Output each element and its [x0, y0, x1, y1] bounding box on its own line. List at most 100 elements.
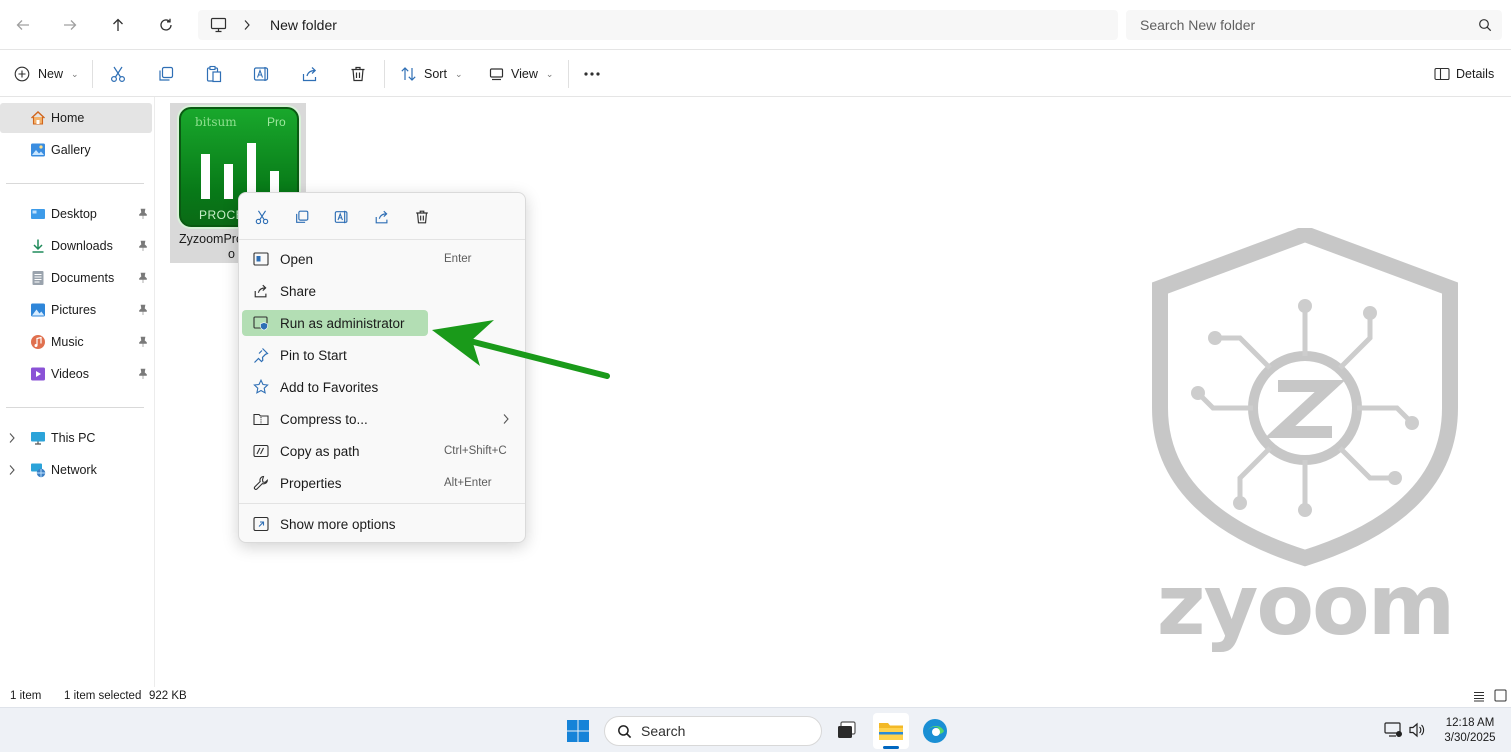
expand-chevron-icon[interactable] [8, 432, 16, 444]
sidebar-item-videos[interactable]: Videos [0, 359, 152, 389]
sidebar-item-label: Desktop [51, 207, 97, 221]
pin-icon[interactable] [138, 208, 148, 220]
menu-item-copy-as-path[interactable]: Copy as path Ctrl+Shift+C [242, 438, 523, 464]
sidebar-item-label: Videos [51, 367, 89, 381]
forward-button[interactable] [58, 13, 82, 37]
menu-item-label: Show more options [280, 517, 396, 532]
details-button-label: Details [1456, 67, 1495, 81]
details-button[interactable]: Details [1434, 62, 1494, 86]
breadcrumb-new-folder[interactable]: New folder [270, 17, 337, 33]
sidebar-item-label: Gallery [51, 143, 91, 157]
system-clock[interactable]: 12:18 AM 3/30/2025 [1438, 716, 1502, 746]
search-box[interactable] [1126, 10, 1502, 40]
refresh-icon [160, 18, 172, 31]
sidebar-item-label: Pictures [51, 303, 97, 317]
pin-icon[interactable] [138, 304, 148, 316]
shield-admin-icon [253, 316, 268, 331]
home-icon [31, 111, 45, 125]
search-input[interactable] [1140, 10, 1460, 40]
sidebar-item-network[interactable]: Network [0, 455, 152, 485]
edge-browser-icon [923, 719, 947, 743]
expand-chevron-icon[interactable] [8, 464, 16, 476]
sidebar-item-documents[interactable]: Documents [0, 263, 152, 293]
menu-item-shortcut: Enter [444, 253, 472, 265]
video-icon [31, 367, 45, 381]
menu-item-share[interactable]: Share [242, 278, 523, 304]
taskbar-search-box[interactable] [604, 716, 822, 746]
desktop-icon [31, 209, 45, 219]
watermark-text: zyoom [1156, 556, 1456, 654]
new-button[interactable]: New ⌄ [14, 62, 79, 86]
navigation-pane: Home Gallery Desktop Downloads Documents… [0, 97, 155, 687]
sidebar-item-this-pc[interactable]: This PC [0, 423, 152, 453]
paste-button[interactable] [205, 62, 223, 86]
zip-folder-icon [253, 413, 269, 426]
search-icon [618, 725, 632, 739]
download-arrow-icon [32, 239, 44, 253]
sidebar-item-desktop[interactable]: Desktop [0, 199, 152, 229]
pin-icon[interactable] [138, 240, 148, 252]
details-view-icon[interactable] [1473, 690, 1485, 702]
sidebar-item-label: Home [51, 111, 85, 125]
start-button[interactable] [560, 713, 596, 749]
sidebar-item-home[interactable]: Home [0, 103, 152, 133]
taskbar-search-input[interactable] [641, 717, 811, 745]
view-button[interactable]: View ⌄ [489, 62, 553, 86]
delete-button[interactable] [349, 62, 367, 86]
ctx-share-button[interactable] [371, 207, 393, 227]
status-bar: 1 item 1 item selected 922 KB [0, 687, 1511, 707]
view-icon [489, 68, 504, 81]
computer-icon [31, 432, 45, 445]
rename-button[interactable] [253, 62, 271, 86]
address-field[interactable]: New folder [198, 10, 1118, 40]
monitor-icon [210, 17, 227, 33]
network-status-icon[interactable] [1384, 722, 1402, 738]
sidebar-item-downloads[interactable]: Downloads [0, 231, 152, 261]
clipboard-icon [206, 65, 222, 83]
menu-item-open[interactable]: Open Enter [242, 246, 523, 272]
forward-arrow-icon [64, 20, 77, 30]
sort-button[interactable]: Sort ⌄ [400, 62, 462, 86]
refresh-button[interactable] [154, 13, 178, 37]
menu-item-properties[interactable]: Properties Alt+Enter [242, 470, 523, 496]
task-view-button[interactable] [829, 713, 865, 749]
more-options-button[interactable] [583, 62, 601, 86]
pin-icon [254, 348, 269, 363]
rename-icon [334, 210, 348, 224]
copy-button[interactable] [157, 62, 175, 86]
divider [239, 503, 525, 504]
ctx-cut-button[interactable] [251, 207, 273, 227]
ctx-rename-button[interactable] [331, 207, 353, 227]
wrench-icon [253, 475, 268, 490]
divider [6, 407, 144, 408]
ctx-delete-button[interactable] [411, 207, 433, 227]
menu-item-run-as-administrator[interactable]: Run as administrator [242, 310, 428, 336]
edge-taskbar-button[interactable] [917, 713, 953, 749]
folder-icon [879, 723, 903, 740]
file-explorer-taskbar-button[interactable] [873, 713, 909, 749]
search-icon[interactable] [1478, 18, 1492, 32]
menu-item-compress-to[interactable]: Compress to... [242, 406, 523, 432]
ctx-copy-button[interactable] [291, 207, 313, 227]
large-icons-view-icon[interactable] [1494, 689, 1507, 702]
bar-chart-icon [201, 143, 279, 199]
cut-button[interactable] [109, 62, 127, 86]
pin-icon[interactable] [138, 336, 148, 348]
submenu-chevron-icon [503, 414, 509, 424]
sidebar-item-pictures[interactable]: Pictures [0, 295, 152, 325]
sidebar-item-label: Downloads [51, 239, 113, 253]
menu-item-show-more-options[interactable]: Show more options [242, 511, 523, 537]
sidebar-item-gallery[interactable]: Gallery [0, 135, 152, 165]
sidebar-item-music[interactable]: Music [0, 327, 152, 357]
up-button[interactable] [106, 13, 130, 37]
sidebar-item-label: Documents [51, 271, 115, 285]
icon-brand-text: bitsum [195, 115, 237, 129]
back-button[interactable] [11, 13, 35, 37]
menu-item-label: Copy as path [280, 444, 360, 459]
volume-icon[interactable] [1408, 722, 1426, 738]
menu-item-label: Compress to... [280, 412, 368, 427]
selection-size: 922 KB [149, 690, 187, 702]
share-button[interactable] [301, 62, 319, 86]
pin-icon[interactable] [138, 272, 148, 284]
pin-icon[interactable] [138, 368, 148, 380]
